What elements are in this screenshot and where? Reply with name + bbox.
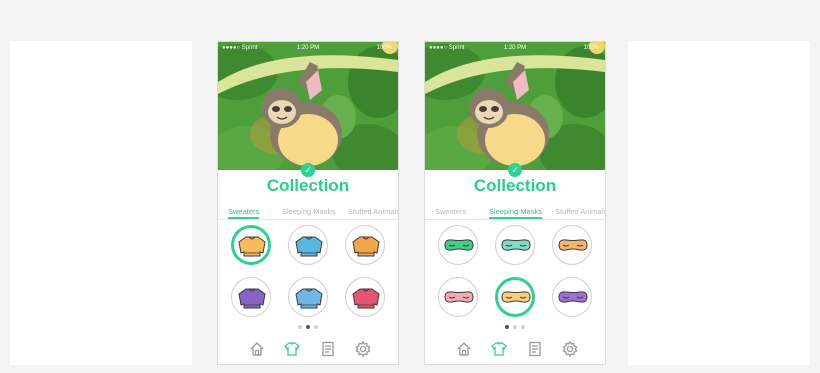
tab-sleeping-masks[interactable]: Sleeping Masks [489, 207, 542, 219]
hero-illustration [218, 42, 398, 170]
checkmark-icon: ✓ [301, 163, 315, 177]
nav-home[interactable] [455, 340, 473, 358]
sleeping-mask-icon [444, 291, 474, 303]
sweater-icon [238, 236, 266, 257]
collection-title: Collection [473, 176, 557, 195]
sweater-icon [238, 288, 266, 309]
tab-sleeping-masks[interactable]: Sleeping Masks [282, 207, 335, 216]
settings-icon [562, 340, 578, 358]
shirt-icon [491, 342, 507, 356]
tab-stuffed-animals[interactable]: Stuffed Animals [555, 207, 605, 216]
page-dot[interactable] [306, 325, 310, 329]
checkmark-icon: ✓ [508, 163, 522, 177]
sleeping-mask-icon [501, 239, 531, 251]
sweater-icon [295, 288, 323, 309]
status-battery: 100% [583, 45, 599, 51]
sleeping-mask-icon [501, 291, 531, 303]
phone-screen-sleeping-masks: ●●●●○ Sprint 1:20 PM 100% ✓ Collection Sweate… [424, 41, 606, 365]
collection-title: Collection [266, 176, 350, 195]
sleeping-mask-icon [558, 239, 588, 251]
status-bar: ●●●●○ Sprint 1:20 PM 100% [218, 42, 398, 54]
collection-item[interactable] [552, 225, 592, 265]
collection-item[interactable] [231, 225, 271, 265]
page-dot[interactable] [521, 325, 525, 329]
sweater-icon [295, 236, 323, 257]
phone-screen-sweaters: ●●●●○ Sprint 1:20 PM 100% ✓ Collection Sweate… [217, 41, 399, 365]
nav-settings[interactable] [561, 340, 579, 358]
page-dot[interactable] [298, 325, 302, 329]
left-white-panel [10, 41, 192, 365]
status-time: 1:20 PM [503, 45, 527, 51]
collection-item[interactable] [288, 277, 328, 317]
page-dot[interactable] [513, 325, 517, 329]
nav-settings[interactable] [354, 340, 372, 358]
collection-item[interactable] [495, 277, 535, 317]
collection-item[interactable] [552, 277, 592, 317]
collection-item[interactable] [495, 225, 535, 265]
right-white-panel [628, 41, 810, 365]
tab-sweaters[interactable]: Sweaters [435, 207, 466, 216]
tab-sweaters[interactable]: Sweaters [228, 207, 260, 219]
nav-document[interactable] [526, 340, 544, 358]
page-dot[interactable] [314, 325, 318, 329]
sloth-illustration [425, 42, 605, 170]
page-dot[interactable] [505, 325, 509, 329]
collection-item[interactable] [438, 277, 478, 317]
collection-item[interactable] [231, 277, 271, 317]
sleeping-mask-icon [558, 291, 588, 303]
home-icon [250, 342, 264, 356]
nav-shirt[interactable] [490, 340, 508, 358]
status-battery: 100% [376, 45, 392, 51]
sloth-illustration [218, 42, 398, 170]
category-tabs: Sweaters Sleeping Masks Stuffed Animals [218, 205, 398, 220]
status-bar: ●●●●○ Sprint 1:20 PM 100% [425, 42, 605, 54]
nav-document[interactable] [319, 340, 337, 358]
collection-item[interactable] [288, 225, 328, 265]
collection-item[interactable] [345, 225, 385, 265]
hero-illustration [425, 42, 605, 170]
settings-icon [355, 340, 371, 358]
home-icon [457, 342, 471, 356]
sweater-icon [352, 236, 380, 257]
collection-item[interactable] [345, 277, 385, 317]
sweater-icon [352, 288, 380, 309]
category-tabs: Sweaters Sleeping Masks Stuffed Animals [425, 205, 605, 220]
sleeping-mask-icon [444, 239, 474, 251]
nav-shirt[interactable] [283, 340, 301, 358]
shirt-icon [284, 342, 300, 356]
tab-stuffed-animals[interactable]: Stuffed Animals [348, 207, 398, 216]
document-icon [529, 341, 541, 357]
collection-item[interactable] [438, 225, 478, 265]
document-icon [322, 341, 334, 357]
status-time: 1:20 PM [296, 45, 320, 51]
nav-home[interactable] [248, 340, 266, 358]
